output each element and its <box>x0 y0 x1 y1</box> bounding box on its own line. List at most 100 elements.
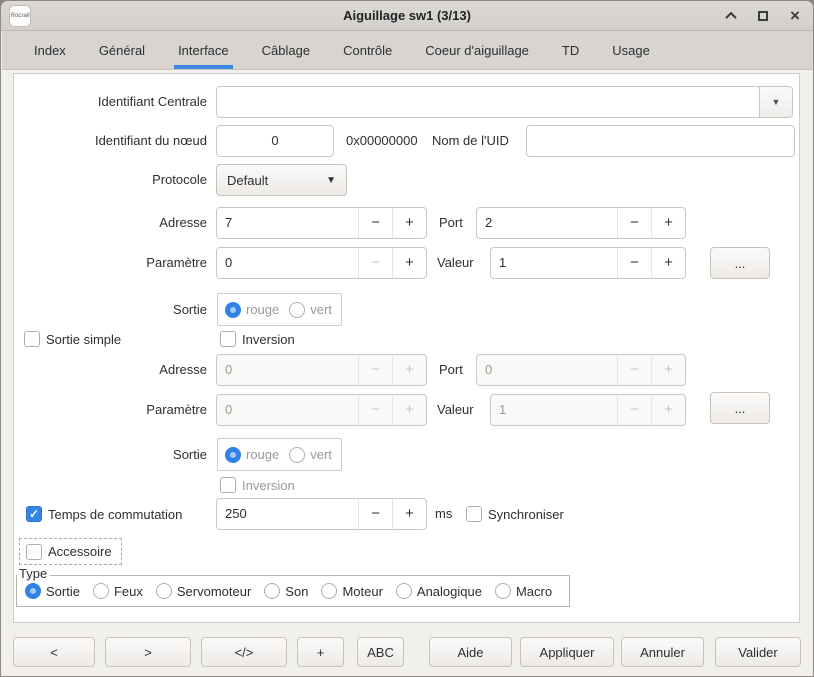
inversion1-label: Inversion <box>242 332 295 347</box>
port1-spinner[interactable]: 2 − + <box>476 207 686 239</box>
adresse1-value[interactable]: 7 <box>217 208 358 238</box>
type-moteur-option[interactable]: Moteur <box>321 583 382 599</box>
valeur1-decrement-button[interactable]: − <box>617 248 651 278</box>
tab-interface[interactable]: Interface <box>176 31 231 69</box>
type-feux-option[interactable]: Feux <box>93 583 143 599</box>
identifiant-noeud-input[interactable]: 0 <box>216 125 334 157</box>
dialog-window: Rocrail Aiguillage sw1 (3/13) × Index Gé… <box>0 0 814 677</box>
protocole-dropdown[interactable]: Default ▼ <box>216 164 347 196</box>
tab-td[interactable]: TD <box>560 31 581 69</box>
annuler-button[interactable]: Annuler <box>621 637 704 667</box>
type-macro-label: Macro <box>516 584 552 599</box>
minimize-icon[interactable] <box>723 8 739 24</box>
abc-button[interactable]: ABC <box>357 637 404 667</box>
valeur1-value[interactable]: 1 <box>491 248 617 278</box>
parametre2-increment-button: + <box>392 395 426 425</box>
appliquer-button[interactable]: Appliquer <box>520 637 614 667</box>
tab-coeur-aiguillage[interactable]: Coeur d'aiguillage <box>423 31 531 69</box>
sortie1-vert-option[interactable]: vert <box>289 302 332 318</box>
adresse1-increment-button[interactable]: + <box>392 208 426 238</box>
valeur2-increment-button: + <box>651 395 685 425</box>
identifiant-centrale-combobox[interactable]: ▼ <box>216 86 793 118</box>
nom-uid-input[interactable] <box>526 125 795 157</box>
radio-unchecked-icon[interactable] <box>321 583 337 599</box>
radio-unchecked-icon[interactable] <box>156 583 172 599</box>
type-son-label: Son <box>285 584 308 599</box>
square-icon <box>758 11 768 21</box>
port2-increment-button: + <box>651 355 685 385</box>
temps-increment-button[interactable]: + <box>392 499 426 529</box>
valider-button[interactable]: Valider <box>715 637 801 667</box>
radio-unchecked-icon[interactable] <box>495 583 511 599</box>
accessoire-checkbox[interactable]: Accessoire <box>19 538 122 565</box>
type-sortie-label: Sortie <box>46 584 80 599</box>
type-son-option[interactable]: Son <box>264 583 308 599</box>
adresse1-spinner[interactable]: 7 − + <box>216 207 427 239</box>
sortie1-rouge-option[interactable]: rouge <box>225 302 279 318</box>
checkbox-unchecked-icon[interactable] <box>24 331 40 347</box>
temps-commutation-value[interactable]: 250 <box>217 499 358 529</box>
valeur2-more-button[interactable]: ... <box>710 392 770 424</box>
parametre1-increment-button[interactable]: + <box>392 248 426 278</box>
add-button[interactable]: + <box>297 637 344 667</box>
prev-button[interactable]: < <box>13 637 95 667</box>
sortie2-label: Sortie <box>14 440 207 470</box>
synchroniser-checkbox[interactable]: Synchroniser <box>466 504 564 524</box>
radio-unchecked-icon[interactable] <box>289 302 305 318</box>
parametre1-value[interactable]: 0 <box>217 248 358 278</box>
type-analogique-option[interactable]: Analogique <box>396 583 482 599</box>
aide-button[interactable]: Aide <box>429 637 512 667</box>
identifiant-centrale-value[interactable] <box>217 87 759 117</box>
combobox-dropdown-button[interactable]: ▼ <box>759 87 792 117</box>
next-button[interactable]: > <box>105 637 191 667</box>
close-icon[interactable]: × <box>787 8 803 24</box>
tab-index[interactable]: Index <box>32 31 68 69</box>
radio-unchecked-icon[interactable] <box>264 583 280 599</box>
adresse2-increment-button: + <box>392 355 426 385</box>
type-servomoteur-option[interactable]: Servomoteur <box>156 583 251 599</box>
type-feux-label: Feux <box>114 584 143 599</box>
valeur1-increment-button[interactable]: + <box>651 248 685 278</box>
uid-hex-value: 0x00000000 <box>346 125 418 157</box>
temps-commutation-checkbox[interactable]: Temps de commutation <box>26 504 182 524</box>
identifiant-centrale-label: Identifiant Centrale <box>14 86 207 118</box>
sortie-simple-checkbox[interactable]: Sortie simple <box>24 329 121 349</box>
parametre2-label: Paramètre <box>14 394 207 426</box>
type-macro-option[interactable]: Macro <box>495 583 552 599</box>
ms-unit-label: ms <box>435 498 452 530</box>
sortie1-vert-label: vert <box>310 302 332 317</box>
valeur1-more-button[interactable]: ... <box>710 247 770 279</box>
port1-value[interactable]: 2 <box>477 208 617 238</box>
checkbox-unchecked-icon[interactable] <box>466 506 482 522</box>
checkbox-unchecked-icon[interactable] <box>220 331 236 347</box>
checkbox-checked-icon[interactable] <box>26 506 42 522</box>
adresse2-label: Adresse <box>14 354 207 386</box>
tab-cablage[interactable]: Câblage <box>260 31 312 69</box>
tab-usage[interactable]: Usage <box>610 31 652 69</box>
valeur1-spinner[interactable]: 1 − + <box>490 247 686 279</box>
tab-controle[interactable]: Contrôle <box>341 31 394 69</box>
code-button[interactable]: </> <box>201 637 287 667</box>
adresse1-decrement-button[interactable]: − <box>358 208 392 238</box>
temps-decrement-button[interactable]: − <box>358 499 392 529</box>
port1-increment-button[interactable]: + <box>651 208 685 238</box>
tab-general[interactable]: Général <box>97 31 147 69</box>
chevron-down-icon: ▼ <box>772 87 781 117</box>
radio-checked-icon[interactable] <box>25 583 41 599</box>
maximize-icon[interactable] <box>755 8 771 24</box>
parametre1-spinner[interactable]: 0 − + <box>216 247 427 279</box>
inversion1-checkbox[interactable]: Inversion <box>220 329 295 349</box>
checkbox-unchecked-icon[interactable] <box>26 544 42 560</box>
radio-checked-icon[interactable] <box>225 302 241 318</box>
radio-unchecked-icon[interactable] <box>93 583 109 599</box>
temps-commutation-spinner[interactable]: 250 − + <box>216 498 427 530</box>
protocole-value: Default <box>227 173 268 188</box>
radio-unchecked-icon[interactable] <box>396 583 412 599</box>
type-sortie-option[interactable]: Sortie <box>25 583 80 599</box>
parametre1-label: Paramètre <box>14 247 207 279</box>
protocole-label: Protocole <box>14 164 207 196</box>
temps-commutation-label: Temps de commutation <box>48 507 182 522</box>
port1-decrement-button[interactable]: − <box>617 208 651 238</box>
sortie2-vert-label: vert <box>310 447 332 462</box>
valeur1-label: Valeur <box>437 247 474 279</box>
